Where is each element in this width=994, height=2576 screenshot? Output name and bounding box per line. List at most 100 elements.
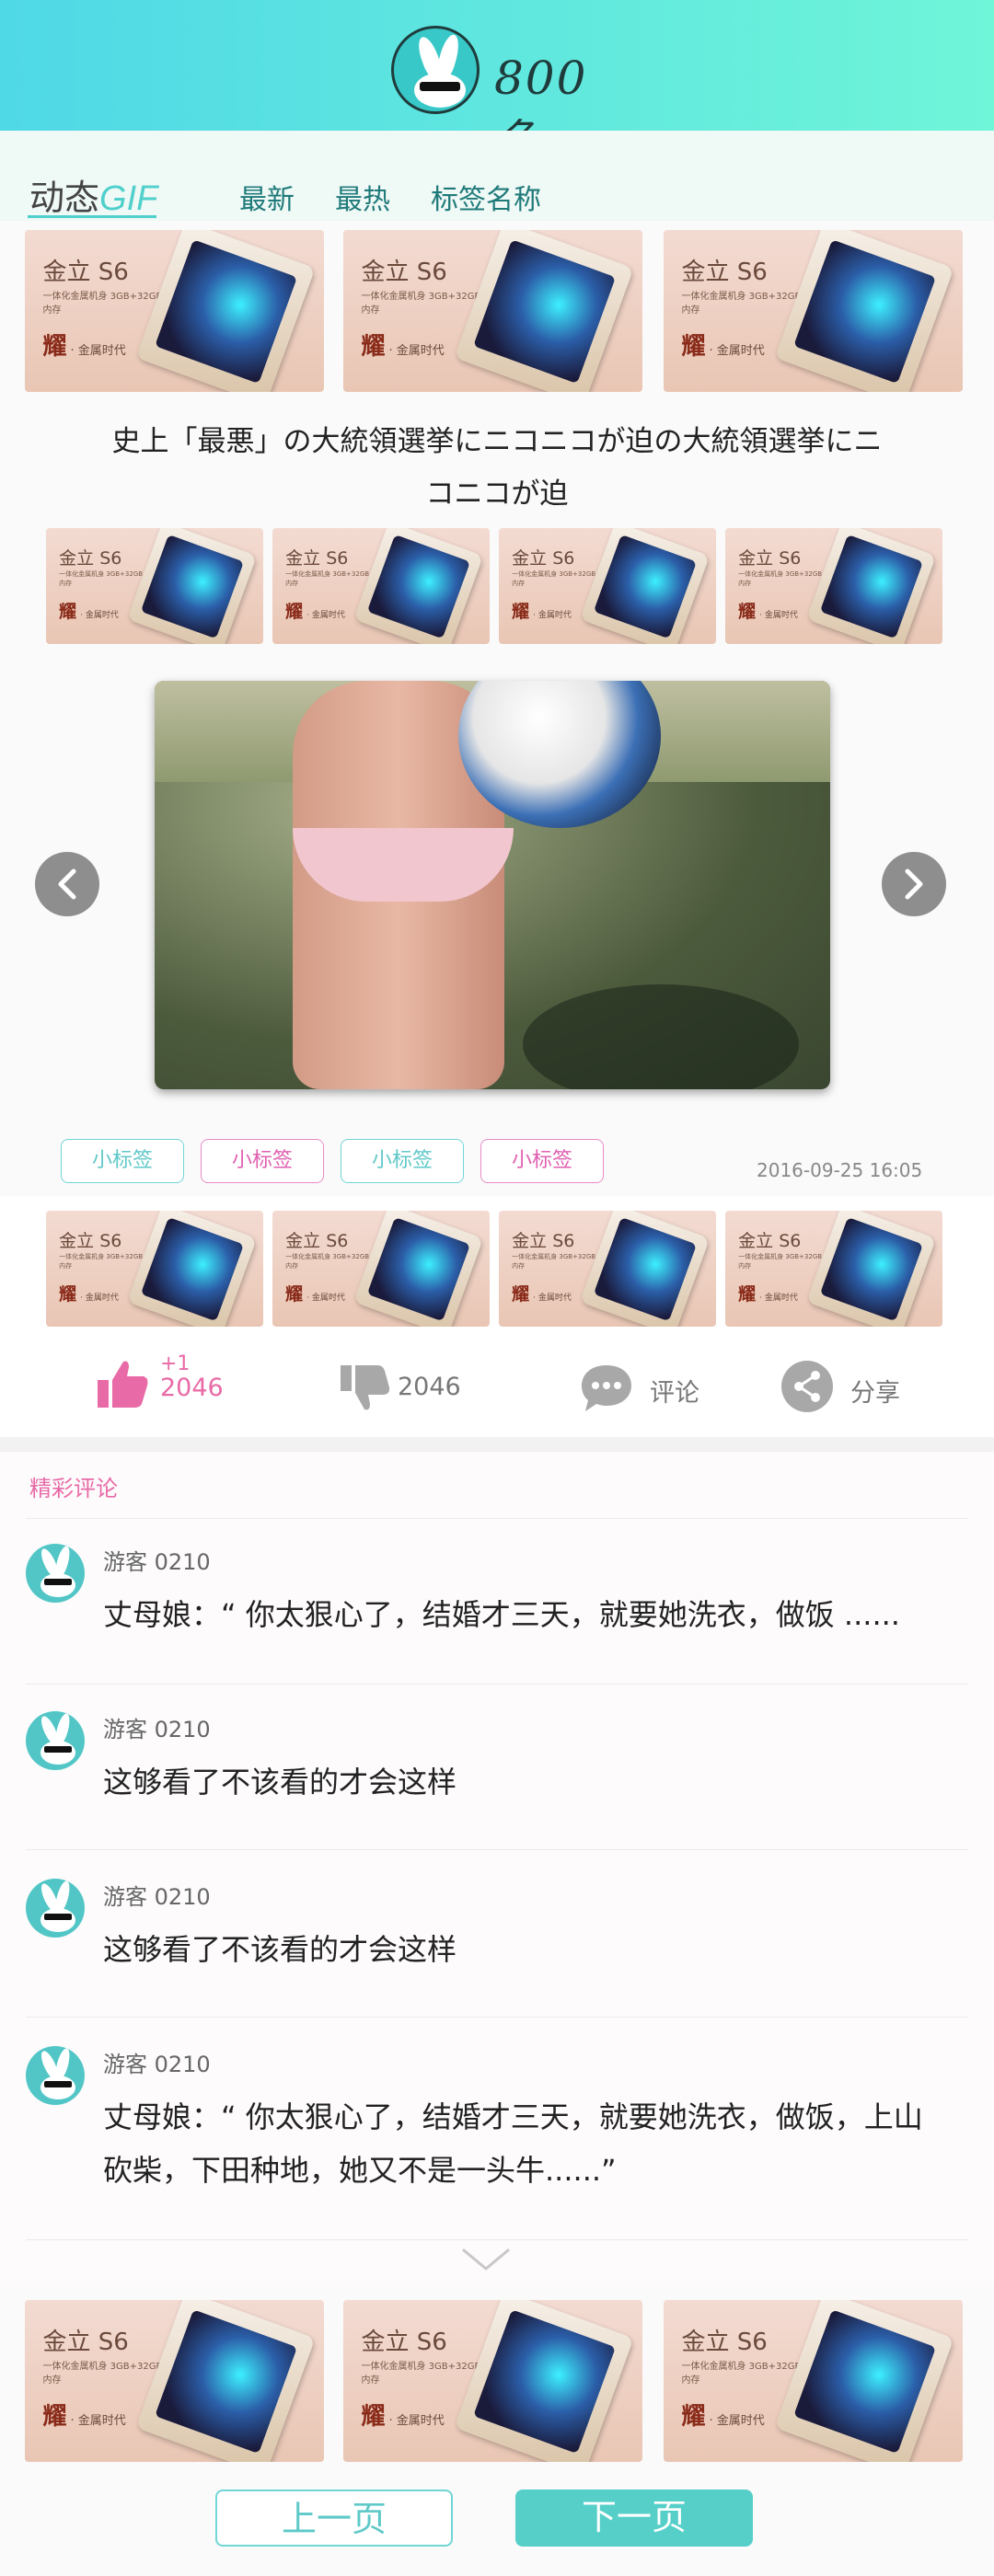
- comment-label: 评论: [650, 1379, 699, 1408]
- divider: [26, 1684, 968, 1685]
- next-image-button[interactable]: [882, 852, 946, 916]
- ad-brand: 金立 S6: [512, 547, 575, 569]
- next-page-button[interactable]: 下一页: [515, 2490, 753, 2547]
- phone-ad-banner[interactable]: 金立 S6 一体化金属机身 3GB+32GB内存耀 · 金属时代: [343, 230, 642, 392]
- post-headline[interactable]: 史上「最悪」の大統領選挙にニコニコが迫の大統領選挙にニコニコが迫: [110, 416, 884, 521]
- ad-slogan-text: · 金属时代: [759, 1293, 798, 1303]
- phone-ad-banner[interactable]: 金立 S6 一体化金属机身 3GB+32GB内存耀 · 金属时代: [25, 230, 324, 392]
- phone-ad-banner[interactable]: 金立 S6 一体化金属机身 3GB+32GB内存耀 · 金属时代: [46, 528, 263, 644]
- ad-subtitle: 一体化金属机身 3GB+32GB内存: [285, 1253, 370, 1271]
- ad-brand: 金立 S6: [59, 547, 122, 569]
- user-avatar[interactable]: [26, 1711, 85, 1770]
- tab-dynamic-gif[interactable]: 动态GIF: [29, 169, 157, 220]
- expand-more-chevron-icon[interactable]: [460, 2245, 512, 2272]
- phone-image: [126, 1211, 257, 1327]
- phone-image: [135, 230, 316, 392]
- prev-page-button[interactable]: 上一页: [215, 2490, 453, 2547]
- tag-3[interactable]: 小标签: [341, 1139, 464, 1183]
- ad-slogan-text: · 金属时代: [533, 1293, 572, 1303]
- ad-brand: 金立 S6: [361, 2328, 447, 2356]
- comment-text: 这够看了不该看的才会这样: [103, 1765, 457, 1800]
- phone-ad-banner[interactable]: 金立 S6 一体化金属机身 3GB+32GB内存耀 · 金属时代: [725, 1211, 942, 1327]
- phone-image: [579, 1211, 710, 1327]
- ad-slogan-mark: 耀: [512, 601, 530, 622]
- comment-username[interactable]: 游客 0210: [103, 1879, 211, 1911]
- ad-slogan-text: · 金属时代: [388, 343, 445, 358]
- phone-image: [353, 1211, 483, 1327]
- ad-slogan-text: · 金属时代: [70, 343, 126, 358]
- phone-image: [805, 1211, 936, 1327]
- comments-title: 精彩评论: [29, 1476, 118, 1501]
- phone-ad-banner[interactable]: 金立 S6 一体化金属机身 3GB+32GB内存耀 · 金属时代: [25, 2300, 324, 2462]
- phone-ad-banner[interactable]: 金立 S6 一体化金属机身 3GB+32GB内存耀 · 金属时代: [343, 2300, 642, 2462]
- phone-ad-banner[interactable]: 金立 S6 一体化金属机身 3GB+32GB内存耀 · 金属时代: [46, 1211, 263, 1327]
- ad-slogan: 耀 · 金属时代: [43, 2398, 126, 2432]
- ad-brand: 金立 S6: [738, 547, 802, 569]
- ad-slogan-text: · 金属时代: [80, 1293, 119, 1303]
- phone-ad-banner[interactable]: 金立 S6 一体化金属机身 3GB+32GB内存耀 · 金属时代: [272, 528, 490, 644]
- tab-bar: 动态GIF 最新 最热 标签名称: [0, 131, 994, 221]
- user-avatar[interactable]: [26, 2046, 85, 2105]
- ad-slogan-mark: 耀: [59, 1283, 77, 1305]
- ad-slogan: 耀 · 金属时代: [59, 1281, 119, 1305]
- phone-ad-banner[interactable]: 金立 S6 一体化金属机身 3GB+32GB内存耀 · 金属时代: [272, 1211, 490, 1327]
- like-plus-indicator: +1: [160, 1352, 191, 1375]
- ad-subtitle: 一体化金属机身 3GB+32GB内存: [361, 2362, 481, 2386]
- ad-slogan-text: · 金属时代: [80, 610, 119, 620]
- user-avatar[interactable]: [26, 1544, 85, 1603]
- phone-ad-banner[interactable]: 金立 S6 一体化金属机身 3GB+32GB内存耀 · 金属时代: [664, 2300, 963, 2462]
- ad-slogan-text: · 金属时代: [388, 2413, 445, 2428]
- ad-slogan: 耀 · 金属时代: [682, 328, 765, 362]
- gif-image[interactable]: [155, 681, 830, 1089]
- phone-ad-banner[interactable]: 金立 S6 一体化金属机身 3GB+32GB内存耀 · 金属时代: [499, 1211, 716, 1327]
- tag-4[interactable]: 小标签: [480, 1139, 604, 1183]
- share-icon: [781, 1361, 833, 1412]
- ad-slogan-mark: 耀: [42, 2402, 67, 2431]
- phone-image: [135, 2300, 316, 2462]
- tab-tag-name[interactable]: 标签名称: [431, 177, 541, 217]
- divider: [26, 1849, 968, 1850]
- ad-slogan: 耀 · 金属时代: [738, 1281, 798, 1305]
- ad-slogan-text: · 金属时代: [306, 1293, 345, 1303]
- section-divider: [0, 1437, 994, 1452]
- dislike-button[interactable]: 2046: [339, 1354, 477, 1419]
- share-button[interactable]: 分享: [780, 1354, 909, 1419]
- ad-slogan: 耀 · 金属时代: [738, 598, 798, 623]
- ad-slogan-mark: 耀: [738, 1283, 757, 1305]
- phone-image: [454, 230, 634, 392]
- ad-slogan-text: · 金属时代: [70, 2413, 126, 2428]
- comments-section: 精彩评论 游客 0210 丈母娘：“ 你太狠心了，结婚才三天，就要她洗衣，做饭 …: [0, 1452, 994, 2287]
- ad-slogan-mark: 耀: [285, 1283, 304, 1305]
- phone-image: [805, 528, 936, 644]
- ad-subtitle: 一体化金属机身 3GB+32GB内存: [512, 1253, 596, 1271]
- phone-image: [579, 528, 710, 644]
- ad-brand: 金立 S6: [59, 1230, 122, 1251]
- user-avatar[interactable]: [26, 1879, 85, 1938]
- ad-slogan-text: · 金属时代: [533, 610, 572, 620]
- ad-slogan-mark: 耀: [681, 332, 706, 361]
- comment-username[interactable]: 游客 0210: [103, 2046, 211, 2078]
- comment-text: 丈母娘：“ 你太狠心了，结婚才三天，就要她洗衣，做饭，上山砍柴，下田种地，她又不…: [103, 2099, 923, 2188]
- ad-subtitle: 一体化金属机身 3GB+32GB内存: [361, 292, 481, 316]
- ad-slogan: 耀 · 金属时代: [682, 2398, 765, 2432]
- ad-slogan-mark: 耀: [361, 2402, 386, 2431]
- tab-main-suffix: GIF: [99, 179, 158, 218]
- tab-hottest[interactable]: 最热: [335, 177, 390, 217]
- phone-ad-banner[interactable]: 金立 S6 一体化金属机身 3GB+32GB内存耀 · 金属时代: [499, 528, 716, 644]
- divider: [26, 1518, 968, 1519]
- phone-ad-banner[interactable]: 金立 S6 一体化金属机身 3GB+32GB内存耀 · 金属时代: [664, 230, 963, 392]
- ad-subtitle: 一体化金属机身 3GB+32GB内存: [42, 292, 163, 316]
- ad-subtitle: 一体化金属机身 3GB+32GB内存: [681, 292, 802, 316]
- tag-1[interactable]: 小标签: [61, 1139, 184, 1183]
- phone-ad-banner[interactable]: 金立 S6 一体化金属机身 3GB+32GB内存耀 · 金属时代: [725, 528, 942, 644]
- tag-2[interactable]: 小标签: [201, 1139, 324, 1183]
- tab-newest[interactable]: 最新: [239, 177, 295, 217]
- comment-button[interactable]: 评论: [580, 1354, 709, 1419]
- comment-username[interactable]: 游客 0210: [103, 1544, 211, 1576]
- logo[interactable]: 800兔: [391, 24, 621, 168]
- ad-subtitle: 一体化金属机身 3GB+32GB内存: [738, 1253, 823, 1271]
- comment-username[interactable]: 游客 0210: [103, 1711, 211, 1743]
- phone-image: [454, 2300, 634, 2462]
- prev-image-button[interactable]: [35, 852, 99, 916]
- ad-slogan: 耀 · 金属时代: [59, 598, 119, 623]
